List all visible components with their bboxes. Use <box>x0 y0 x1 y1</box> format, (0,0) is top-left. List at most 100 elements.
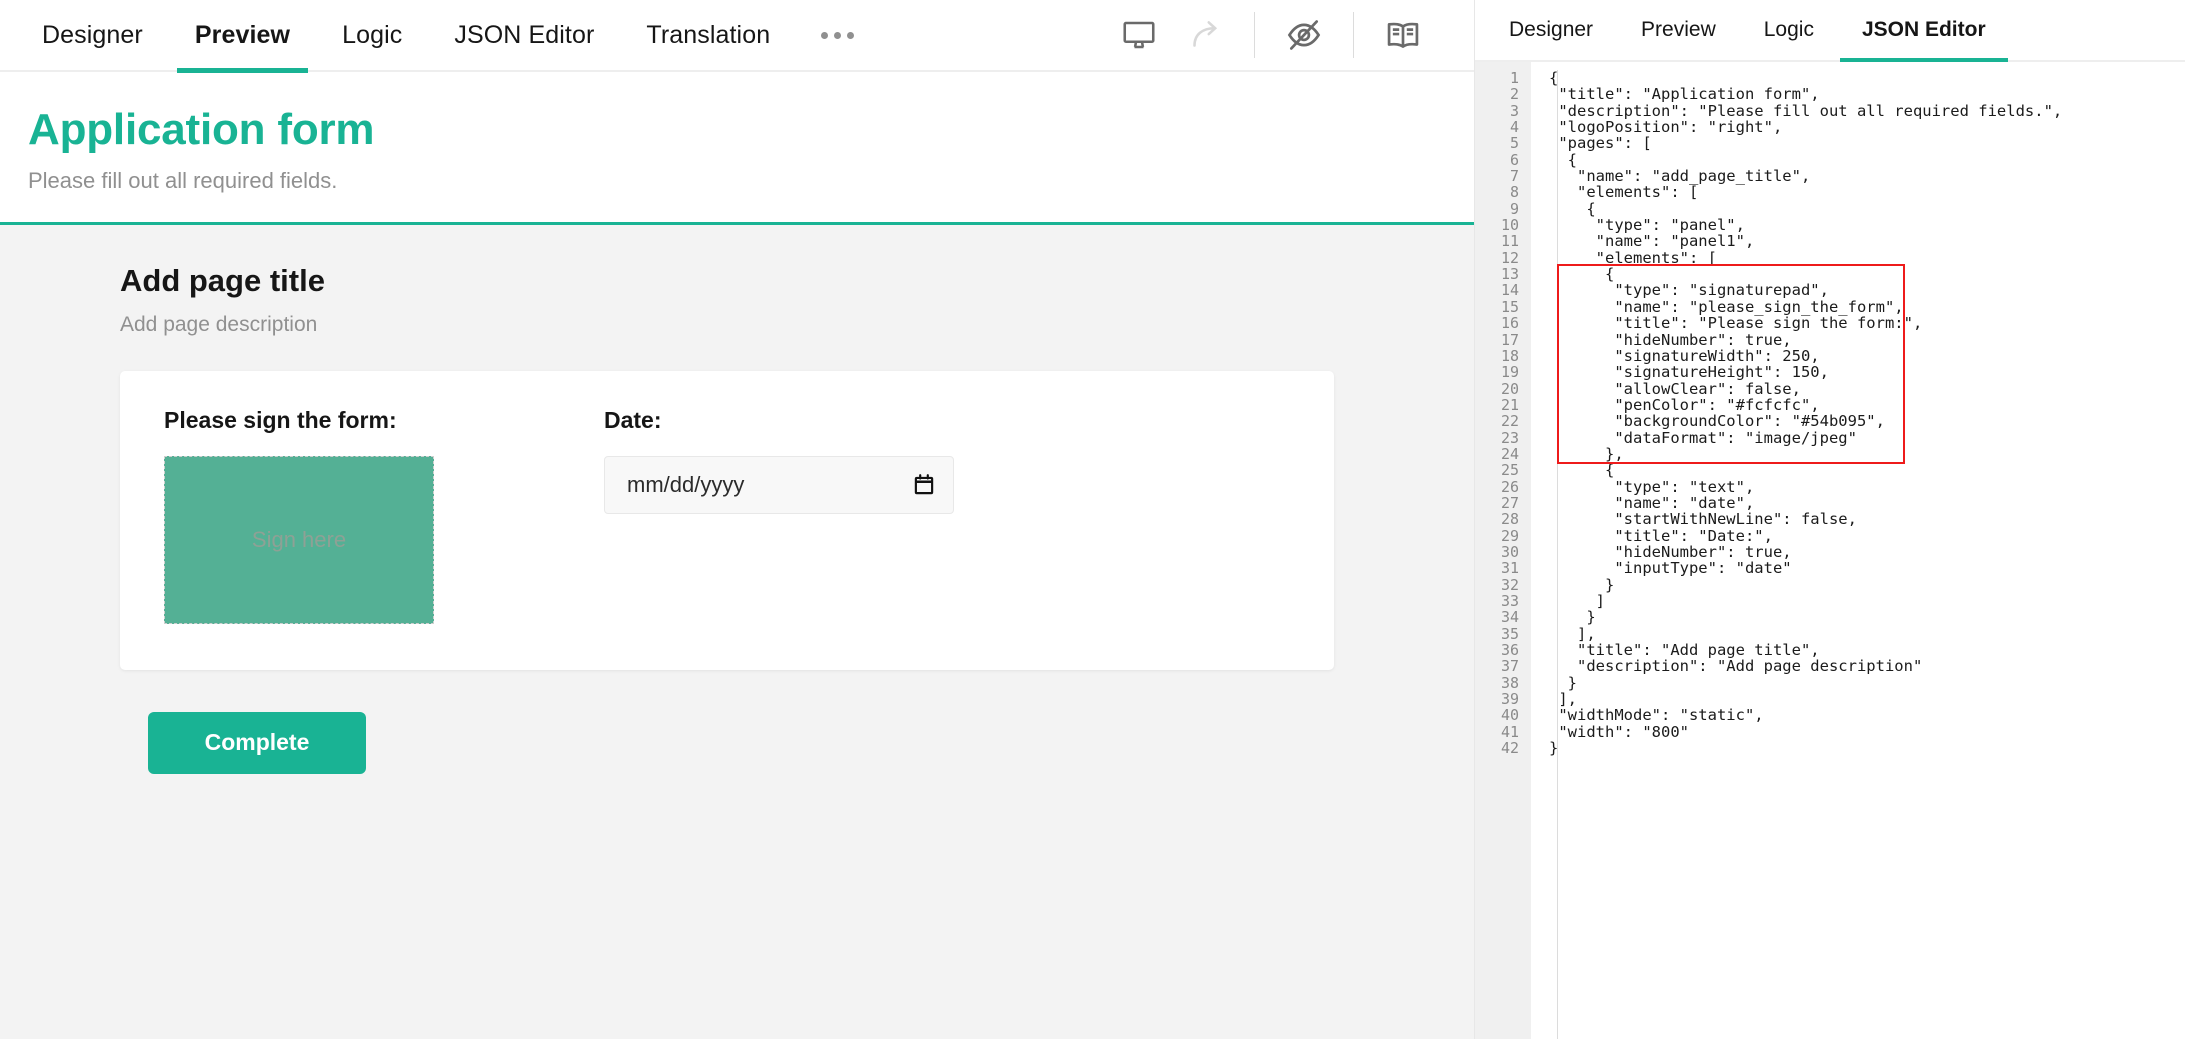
code-line[interactable]: { <box>1549 70 2185 87</box>
code-line[interactable]: "title": "Please sign the form:", <box>1549 315 2185 332</box>
code-line[interactable]: "type": "panel", <box>1549 217 2185 234</box>
code-line[interactable]: "title": "Add page title", <box>1549 642 2185 659</box>
code-line[interactable]: "startWithNewLine": false, <box>1549 511 2185 528</box>
code-line[interactable]: "elements": [ <box>1549 249 2185 266</box>
tab-preview[interactable]: Preview <box>169 0 316 73</box>
date-input[interactable]: mm/dd/yyyy <box>604 455 954 514</box>
line-number: 7 <box>1509 167 1519 186</box>
line-number: 19 <box>1500 363 1519 382</box>
code-line[interactable]: "type": "signaturepad", <box>1549 282 2185 299</box>
code-line[interactable]: } <box>1549 740 2185 757</box>
complete-row: Complete <box>28 711 1446 774</box>
more-options-icon[interactable] <box>796 0 879 71</box>
survey-canvas: Add page title Add page description Plea… <box>0 224 1474 1039</box>
code-line[interactable]: "backgroundColor": "#54b095", <box>1549 413 2185 430</box>
tab-json-editor[interactable]: JSON Editor <box>428 0 620 71</box>
code-line[interactable]: "title": "Application form", <box>1549 86 2185 103</box>
right-tab-preview-label: Preview <box>1641 18 1716 41</box>
code-line[interactable]: "allowClear": false, <box>1549 380 2185 397</box>
right-tab-designer[interactable]: Designer <box>1485 0 1617 61</box>
code-line[interactable]: ], <box>1549 691 2185 708</box>
code-line[interactable]: "description": "Add page description" <box>1549 658 2185 675</box>
signature-pad[interactable]: Sign here <box>164 455 434 624</box>
code-line[interactable]: "penColor": "#fcfcfc", <box>1549 397 2185 414</box>
redo-icon[interactable] <box>1172 2 1238 68</box>
tab-json-editor-label: JSON Editor <box>454 20 595 49</box>
line-number: 13 <box>1500 265 1519 284</box>
theme-book-icon[interactable] <box>1370 2 1436 68</box>
survey-title: Application form <box>28 105 375 154</box>
line-number: 3 <box>1509 101 1519 120</box>
code-line[interactable]: ] <box>1549 593 2185 610</box>
line-number: 11 <box>1500 232 1519 251</box>
code-line[interactable]: } <box>1549 609 2185 626</box>
code-line[interactable]: "logoPosition": "right", <box>1549 119 2185 136</box>
right-tab-preview[interactable]: Preview <box>1617 0 1740 61</box>
line-number: 1 <box>1509 69 1519 87</box>
line-number: 31 <box>1500 559 1519 578</box>
code-line[interactable]: "inputType": "date" <box>1549 560 2185 577</box>
line-number: 42 <box>1500 739 1519 758</box>
line-number: 9 <box>1509 199 1519 218</box>
tab-logic-label: Logic <box>342 20 403 49</box>
code-line[interactable]: { <box>1549 151 2185 168</box>
code-content[interactable]: { "title": "Application form", "descript… <box>1531 62 2185 1039</box>
code-line[interactable]: "widthMode": "static", <box>1549 707 2185 724</box>
line-number: 16 <box>1500 314 1519 333</box>
code-line[interactable]: "name": "date", <box>1549 495 2185 512</box>
toolbar-divider-2 <box>1353 12 1354 58</box>
json-code-editor[interactable]: 1 2 3 4 5 6 7 8 9 10 11 12 13 14 15 16 17 18 19 20 21 22 23 24 2… <box>1475 62 2185 1039</box>
code-line[interactable]: } <box>1549 674 2185 691</box>
code-line[interactable]: }, <box>1549 446 2185 463</box>
code-line[interactable]: "title": "Date:", <box>1549 527 2185 544</box>
code-line[interactable]: } <box>1549 576 2185 593</box>
code-line[interactable]: ], <box>1549 625 2185 642</box>
line-number: 8 <box>1509 183 1519 202</box>
code-line[interactable]: "name": "please_sign_the_form", <box>1549 298 2185 315</box>
indent-guide <box>1557 70 1558 1039</box>
code-line[interactable]: "type": "text", <box>1549 478 2185 495</box>
line-number: 27 <box>1500 493 1519 512</box>
code-line[interactable]: "hideNumber": true, <box>1549 544 2185 561</box>
code-line[interactable]: "name": "add_page_title", <box>1549 168 2185 185</box>
question-date: Date: mm/dd/yyyy <box>604 407 954 624</box>
tab-translation[interactable]: Translation <box>620 0 796 71</box>
right-tab-json-editor[interactable]: JSON Editor <box>1838 0 2010 63</box>
complete-button[interactable]: Complete <box>148 711 366 774</box>
code-line[interactable]: "signatureHeight": 150, <box>1549 364 2185 381</box>
signature-question-title: Please sign the form: <box>164 406 397 433</box>
line-number: 24 <box>1500 444 1519 463</box>
signature-placeholder: Sign here <box>251 526 347 552</box>
code-line[interactable]: { <box>1549 266 2185 283</box>
calendar-icon[interactable] <box>911 472 937 498</box>
left-tabbar: Designer Preview Logic JSON Editor Trans… <box>0 0 1474 73</box>
code-line[interactable]: { <box>1549 200 2185 217</box>
hide-invisible-elements-icon[interactable] <box>1271 2 1337 68</box>
survey-creator-app: Designer Preview Logic JSON Editor Trans… <box>0 0 2185 1039</box>
line-number: 39 <box>1500 690 1519 709</box>
device-preview-icon[interactable] <box>1106 2 1172 68</box>
line-number: 18 <box>1500 346 1519 365</box>
code-line[interactable]: "hideNumber": true, <box>1549 331 2185 348</box>
code-line[interactable]: "dataFormat": "image/jpeg" <box>1549 429 2185 446</box>
line-number: 26 <box>1500 477 1519 496</box>
code-line[interactable]: { <box>1549 462 2185 479</box>
tab-logic[interactable]: Logic <box>316 0 428 71</box>
preview-toolbar <box>1106 0 1474 71</box>
line-number-gutter: 1 2 3 4 5 6 7 8 9 10 11 12 13 14 15 16 17 18 19 20 21 22 23 24 2… <box>1475 62 1531 1039</box>
code-line[interactable]: "signatureWidth": 250, <box>1549 347 2185 364</box>
tab-preview-label: Preview <box>194 20 291 49</box>
line-number: 33 <box>1500 592 1519 610</box>
line-number: 36 <box>1500 641 1519 660</box>
code-line[interactable]: "pages": [ <box>1549 135 2185 152</box>
right-tab-designer-label: Designer <box>1509 18 1594 41</box>
tab-designer[interactable]: Designer <box>16 0 169 71</box>
code-line[interactable]: "description": "Please fill out all requ… <box>1549 102 2185 119</box>
survey-description: Please fill out all required fields. <box>28 167 338 193</box>
code-line[interactable]: "elements": [ <box>1549 184 2185 201</box>
right-tab-logic[interactable]: Logic <box>1740 0 1838 61</box>
code-line[interactable]: "width": "800" <box>1549 723 2185 740</box>
preview-panel: Designer Preview Logic JSON Editor Trans… <box>0 0 1475 1039</box>
code-line[interactable]: "name": "panel1", <box>1549 233 2185 250</box>
line-number: 21 <box>1500 395 1519 414</box>
